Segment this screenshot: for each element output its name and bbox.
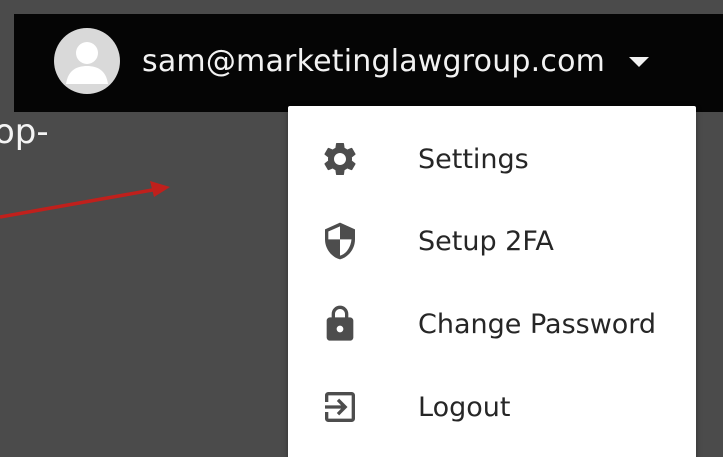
screen: sam@marketinglawgroup.com op- Settings S… (0, 0, 723, 457)
annotation-arrow-icon (0, 181, 170, 219)
menu-item-label: Setup 2FA (418, 225, 554, 257)
menu-item-label: Change Password (418, 308, 657, 340)
shield-icon (320, 221, 360, 261)
menu-item-label: Logout (418, 391, 511, 423)
lock-icon (320, 304, 360, 344)
user-avatar-icon[interactable] (54, 28, 120, 94)
menu-item-setup-2fa[interactable]: Setup 2FA (288, 200, 696, 282)
account-menu-toggle[interactable]: sam@marketinglawgroup.com (54, 27, 650, 95)
menu-item-label: Settings (418, 143, 529, 175)
menu-item-change-password[interactable]: Change Password (288, 283, 696, 365)
gear-icon (320, 139, 360, 179)
top-bar: sam@marketinglawgroup.com (14, 14, 723, 112)
background-text-fragment: op- (0, 112, 49, 152)
menu-item-logout[interactable]: Logout (288, 366, 696, 448)
account-dropdown-menu: Settings Setup 2FA Change Password Logou… (288, 106, 696, 457)
logout-icon (320, 387, 360, 427)
account-email[interactable]: sam@marketinglawgroup.com (142, 44, 605, 79)
menu-item-settings[interactable]: Settings (288, 118, 696, 200)
caret-down-icon[interactable] (629, 57, 650, 67)
